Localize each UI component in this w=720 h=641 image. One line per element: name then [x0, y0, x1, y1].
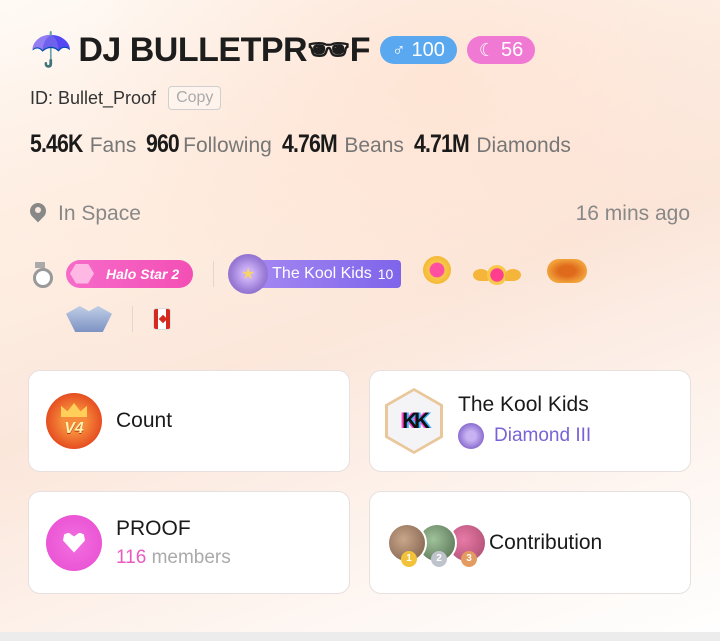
level-badge[interactable]: ♂ 100 [380, 36, 457, 64]
family-card[interactable]: KK The Kool Kids Diamond III [369, 370, 691, 472]
profile-header: ☂️ DJ BULLETPR🕶F ♂ 100 ☾ 56 [30, 30, 536, 70]
winged-heart-icon[interactable] [473, 261, 522, 287]
stats-row: 5.46K Fans 960 Following 4.76M Beans 4.7… [30, 130, 581, 159]
divider [132, 306, 133, 332]
male-icon: ♂ [392, 39, 406, 60]
location-text: In Space [58, 202, 141, 225]
copy-id-button[interactable]: Copy [168, 86, 222, 110]
members-count: 116 [116, 546, 147, 568]
fans-label[interactable]: Fans [90, 134, 137, 158]
badges-row: Halo Star 2 ★ The Kool Kids 10 [30, 253, 588, 294]
bottom-divider [0, 632, 720, 641]
lion-wings-icon[interactable] [547, 258, 588, 289]
proof-title: PROOF [116, 516, 191, 540]
badges-row-2 [66, 306, 171, 332]
last-seen-time: 16 mins ago [575, 202, 690, 225]
diamonds-label: Diamonds [476, 134, 571, 157]
vip-level: V4 [64, 420, 84, 437]
medal-icon[interactable] [30, 261, 53, 288]
beans-count: 4.76M [281, 130, 338, 158]
moon-level-badge[interactable]: ☾ 56 [466, 36, 536, 64]
contribution-title: Contribution [489, 530, 603, 554]
fans-count[interactable]: 5.46K [30, 130, 83, 159]
count-card[interactable]: V4 Count [28, 370, 350, 472]
umbrella-icon: ☂️ [30, 31, 73, 69]
location-pin-icon [30, 203, 46, 225]
profile-name: DJ BULLETPR🕶F [78, 31, 371, 69]
silver-wings-icon[interactable] [66, 306, 112, 332]
user-id-row: ID: Bullet_Proof Copy [30, 86, 222, 110]
following-label[interactable]: Following [183, 134, 272, 158]
family-avatar: KK [384, 387, 444, 455]
members-label: members [151, 546, 231, 568]
family-badge-level: 10 [377, 265, 394, 282]
moon-level-value: 56 [501, 38, 524, 61]
diamonds-count: 4.71M [413, 130, 470, 158]
heart-icon [46, 514, 102, 571]
family-crest-icon: ★ [228, 253, 269, 294]
family-badge[interactable]: ★ The Kool Kids 10 [228, 253, 402, 294]
halo-star-label: Halo Star 2 [106, 265, 180, 282]
location-row: In Space 16 mins ago [30, 202, 690, 226]
halo-star-badge[interactable]: Halo Star 2 [66, 259, 194, 288]
hexagon-icon [70, 263, 94, 284]
family-title: The Kool Kids [458, 393, 589, 416]
user-id: ID: Bullet_Proof [30, 87, 157, 108]
count-title: Count [116, 409, 173, 432]
vip-lion-icon: V4 [46, 393, 102, 449]
contribution-card[interactable]: 1 2 3 Contribution [369, 491, 691, 594]
family-badge-name: The Kool Kids [272, 264, 372, 282]
heart-gem-icon[interactable] [423, 256, 452, 291]
family-rank: Diamond III [494, 425, 592, 446]
divider [213, 260, 215, 287]
beans-label: Beans [344, 134, 404, 157]
contributor-avatars: 1 2 3 [387, 522, 487, 567]
level-value: 100 [411, 38, 445, 61]
sunglasses-icon: 🕶 [307, 31, 350, 69]
proof-card[interactable]: PROOF 116 members [28, 491, 350, 594]
rank-crest-icon [458, 423, 484, 449]
canada-flag-icon[interactable] [153, 308, 171, 330]
following-count[interactable]: 960 [146, 130, 180, 159]
avatar: 1 [387, 522, 427, 567]
moon-icon: ☾ [478, 39, 496, 60]
